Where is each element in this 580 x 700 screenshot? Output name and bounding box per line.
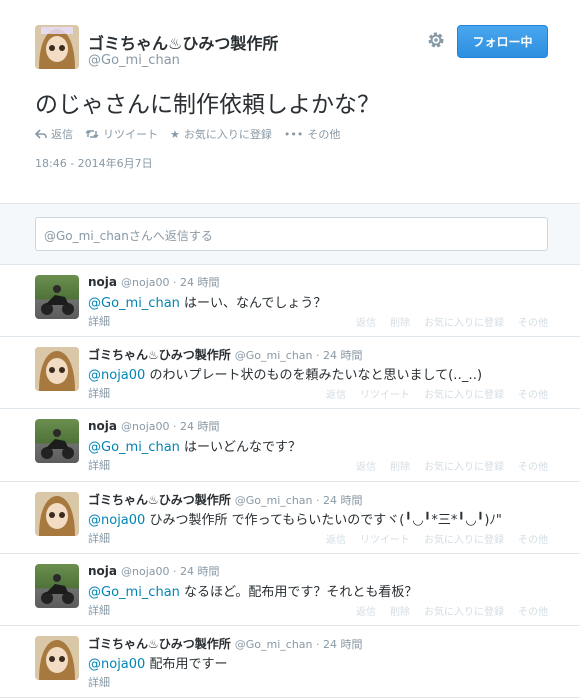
- list-item[interactable]: noja @noja00 · 24 時間 @Go_mi_chan はーい、なんでし…: [0, 265, 580, 338]
- reply-text: 配布用ですー: [145, 656, 228, 672]
- reply-actions: 返信 削除 お気に入りに登録 その他: [342, 458, 548, 473]
- favorite-action[interactable]: お気に入りに登録: [424, 603, 504, 618]
- detail-link[interactable]: 詳細: [88, 385, 110, 401]
- reply-action[interactable]: 返信: [326, 386, 346, 401]
- star-icon: ★: [170, 127, 180, 141]
- reply-input[interactable]: @Go_mi_chanさんへ返信する: [35, 217, 548, 251]
- reply-actions: 返信 削除 お気に入りに登録 その他: [342, 603, 548, 618]
- reply-text: ひみつ製作所 で作ってもらいたいのですヾ(╹◡╹*三*╹◡╹)ﾉ": [145, 512, 502, 528]
- list-item[interactable]: noja @noja00 · 24 時間 @Go_mi_chan はーいどんなです…: [0, 409, 580, 482]
- more-action[interactable]: その他: [518, 531, 548, 546]
- mention-link[interactable]: @Go_mi_chan: [88, 440, 180, 455]
- reply-actions: 返信 リツイート お気に入りに登録 その他: [312, 386, 548, 401]
- avatar[interactable]: [35, 635, 79, 680]
- reply-area: @Go_mi_chanさんへ返信する: [0, 203, 580, 265]
- reply-author[interactable]: noja: [88, 419, 117, 433]
- avatar[interactable]: [35, 491, 79, 536]
- reply-meta[interactable]: @noja00 · 24 時間: [121, 276, 219, 289]
- retweet-action[interactable]: リツイート: [85, 126, 158, 142]
- mention-link[interactable]: @noja00: [88, 657, 145, 672]
- detail-link[interactable]: 詳細: [88, 674, 110, 690]
- favorite-action[interactable]: お気に入りに登録: [424, 314, 504, 329]
- mention-link[interactable]: @Go_mi_chan: [88, 585, 180, 600]
- detail-link[interactable]: 詳細: [88, 313, 110, 329]
- reply-icon: [35, 129, 47, 139]
- reply-text: なるほど。配布用です？それとも看板？: [179, 584, 418, 600]
- list-item[interactable]: ゴミちゃん♨ひみつ製作所 @Go_mi_chan · 24 時間 @noja00 …: [0, 337, 580, 410]
- more-label: その他: [307, 128, 341, 141]
- list-item[interactable]: ゴミちゃん♨ひみつ製作所 @Go_mi_chan · 24 時間 @noja00 …: [0, 482, 580, 554]
- follow-button[interactable]: フォロー中: [457, 25, 548, 58]
- more-action[interactable]: その他: [518, 603, 548, 618]
- more-icon: •••: [283, 127, 304, 141]
- reply-author[interactable]: ゴミちゃん♨ひみつ製作所: [88, 348, 231, 362]
- reply-meta[interactable]: @Go_mi_chan · 24 時間: [235, 638, 363, 651]
- reply-author[interactable]: ゴミちゃん♨ひみつ製作所: [88, 637, 231, 651]
- mention-link[interactable]: @noja00: [88, 513, 145, 528]
- delete-action[interactable]: 削除: [390, 314, 410, 329]
- reply-list: noja @noja00 · 24 時間 @Go_mi_chan はーい、なんでし…: [0, 265, 580, 699]
- reply-author[interactable]: noja: [88, 275, 117, 289]
- list-item[interactable]: noja @noja00 · 24 時間 @Go_mi_chan なるほど。配布用…: [0, 554, 580, 626]
- reply-action[interactable]: 返信: [356, 314, 376, 329]
- avatar[interactable]: [35, 563, 79, 608]
- gear-icon[interactable]: [426, 30, 446, 50]
- reply-author[interactable]: noja: [88, 564, 117, 578]
- reply-action[interactable]: 返信: [326, 531, 346, 546]
- avatar[interactable]: [35, 419, 79, 464]
- reply-text: のわいプレート状のものを頼みたいなと思いまして(‥_‥): [145, 368, 483, 384]
- reply-action[interactable]: 返信: [356, 603, 376, 618]
- main-tweet: ゴミちゃん♨ひみつ製作所 @Go_mi_chan フォロー中 のじゃさんに制作依…: [0, 0, 580, 203]
- mention-link[interactable]: @noja00: [88, 368, 145, 383]
- favorite-label: お気に入りに登録: [183, 128, 272, 141]
- more-action[interactable]: その他: [518, 386, 548, 401]
- tweet-actions: 返信 リツイート ★ お気に入りに登録 ••• その他: [35, 126, 352, 142]
- retweet-icon: [85, 129, 99, 139]
- reply-label: 返信: [51, 128, 73, 141]
- tweet-text: のじゃさんに制作依頼しよかな？: [35, 92, 380, 118]
- reply-meta[interactable]: @Go_mi_chan · 24 時間: [235, 349, 363, 362]
- reply-text: はーいどんなです？: [179, 440, 302, 456]
- delete-action[interactable]: 削除: [390, 458, 410, 473]
- avatar[interactable]: [35, 25, 79, 69]
- timestamp[interactable]: 18:46 - 2014年6月7日: [35, 155, 153, 171]
- avatar[interactable]: [35, 275, 79, 319]
- retweet-action[interactable]: リツイート: [360, 531, 410, 546]
- favorite-action[interactable]: お気に入りに登録: [424, 458, 504, 473]
- detail-link[interactable]: 詳細: [88, 530, 110, 546]
- retweet-label: リツイート: [103, 128, 158, 141]
- reply-meta[interactable]: @Go_mi_chan · 24 時間: [235, 494, 363, 507]
- more-action[interactable]: その他: [518, 314, 548, 329]
- reply-author[interactable]: ゴミちゃん♨ひみつ製作所: [88, 493, 231, 507]
- more-action[interactable]: その他: [518, 458, 548, 473]
- mention-link[interactable]: @Go_mi_chan: [88, 296, 180, 311]
- reply-action[interactable]: 返信: [356, 458, 376, 473]
- favorite-action[interactable]: ★ お気に入りに登録: [170, 126, 272, 142]
- reply-actions: 返信 リツイート お気に入りに登録 その他: [312, 531, 548, 546]
- detail-link[interactable]: 詳細: [88, 602, 110, 618]
- screen-name[interactable]: @Go_mi_chan: [88, 53, 180, 68]
- detail-link[interactable]: 詳細: [88, 457, 110, 473]
- list-item[interactable]: ゴミちゃん♨ひみつ製作所 @Go_mi_chan · 24 時間 @noja00 …: [0, 626, 580, 699]
- more-action[interactable]: ••• その他: [284, 126, 340, 142]
- reply-meta[interactable]: @noja00 · 24 時間: [121, 420, 219, 433]
- reply-action[interactable]: 返信: [35, 126, 73, 142]
- favorite-action[interactable]: お気に入りに登録: [424, 386, 504, 401]
- delete-action[interactable]: 削除: [390, 603, 410, 618]
- display-name[interactable]: ゴミちゃん♨ひみつ製作所: [88, 30, 278, 54]
- reply-text: はーい、なんでしょう？: [179, 296, 327, 311]
- reply-actions: 返信 削除 お気に入りに登録 その他: [342, 314, 548, 329]
- avatar[interactable]: [35, 347, 79, 392]
- retweet-action[interactable]: リツイート: [360, 386, 410, 401]
- reply-meta[interactable]: @noja00 · 24 時間: [121, 565, 219, 578]
- favorite-action[interactable]: お気に入りに登録: [424, 531, 504, 546]
